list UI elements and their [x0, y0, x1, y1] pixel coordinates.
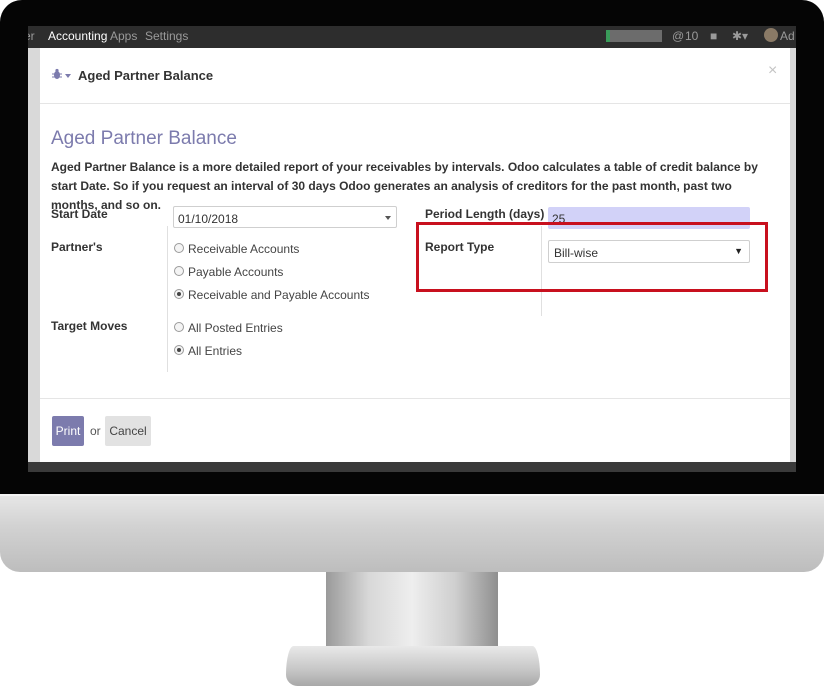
- background-page: [790, 48, 796, 472]
- status-progress: [606, 30, 662, 42]
- nav-item-accounting[interactable]: Accounting: [48, 29, 107, 43]
- radio-button-checked[interactable]: [174, 289, 184, 299]
- top-navbar: er Accounting Apps Settings @ 10 ■ ✱▾ Ad: [28, 26, 796, 48]
- highlight-annotation: [416, 222, 768, 292]
- start-date-label: Start Date: [51, 207, 108, 221]
- dialog-title: Aged Partner Balance: [78, 68, 214, 83]
- dialog-header: Aged Partner Balance ×: [40, 48, 790, 104]
- bug-icon[interactable]: [52, 68, 62, 80]
- radio-button[interactable]: [174, 266, 184, 276]
- partners-label: Partner's: [51, 240, 103, 254]
- radio-label: Receivable and Payable Accounts: [188, 288, 370, 302]
- at-icon[interactable]: @: [672, 29, 684, 43]
- aged-partner-balance-dialog: Aged Partner Balance × Aged Partner Bala…: [40, 48, 790, 462]
- nav-item-apps[interactable]: Apps: [110, 29, 137, 43]
- period-length-label: Period Length (days): [425, 207, 545, 221]
- radio-label: All Posted Entries: [188, 321, 283, 335]
- background-page: [28, 48, 40, 472]
- chat-icon[interactable]: ■: [710, 29, 717, 43]
- background-page: [28, 462, 796, 472]
- radio-button[interactable]: [174, 243, 184, 253]
- print-button[interactable]: Print: [52, 416, 84, 446]
- column-divider: [167, 226, 168, 372]
- radio-label: Receivable Accounts: [188, 242, 300, 256]
- monitor-stand-neck: [326, 572, 498, 648]
- monitor-stand-base: [286, 646, 540, 686]
- nav-item-partial[interactable]: er: [28, 29, 35, 43]
- debug-icon[interactable]: ✱▾: [732, 29, 748, 43]
- radio-label: Payable Accounts: [188, 265, 284, 279]
- message-count[interactable]: 10: [685, 29, 698, 43]
- radio-button[interactable]: [174, 322, 184, 332]
- radio-button-checked[interactable]: [174, 345, 184, 355]
- dialog-footer-divider: [40, 398, 790, 399]
- caret-down-icon: [385, 216, 391, 220]
- close-icon[interactable]: ×: [768, 62, 777, 80]
- or-text: or: [90, 424, 101, 438]
- target-moves-label: Target Moves: [51, 319, 128, 333]
- nav-item-settings[interactable]: Settings: [145, 29, 188, 43]
- avatar[interactable]: [764, 28, 778, 42]
- monitor-chin: [0, 494, 824, 572]
- chevron-down-icon[interactable]: [65, 74, 71, 78]
- radio-label: All Entries: [188, 344, 243, 358]
- form-title: Aged Partner Balance: [51, 128, 237, 149]
- cancel-button[interactable]: Cancel: [105, 416, 151, 446]
- start-date-select[interactable]: 01/10/2018: [173, 206, 397, 228]
- user-name[interactable]: Ad: [780, 29, 795, 43]
- start-date-value: 01/10/2018: [178, 212, 239, 226]
